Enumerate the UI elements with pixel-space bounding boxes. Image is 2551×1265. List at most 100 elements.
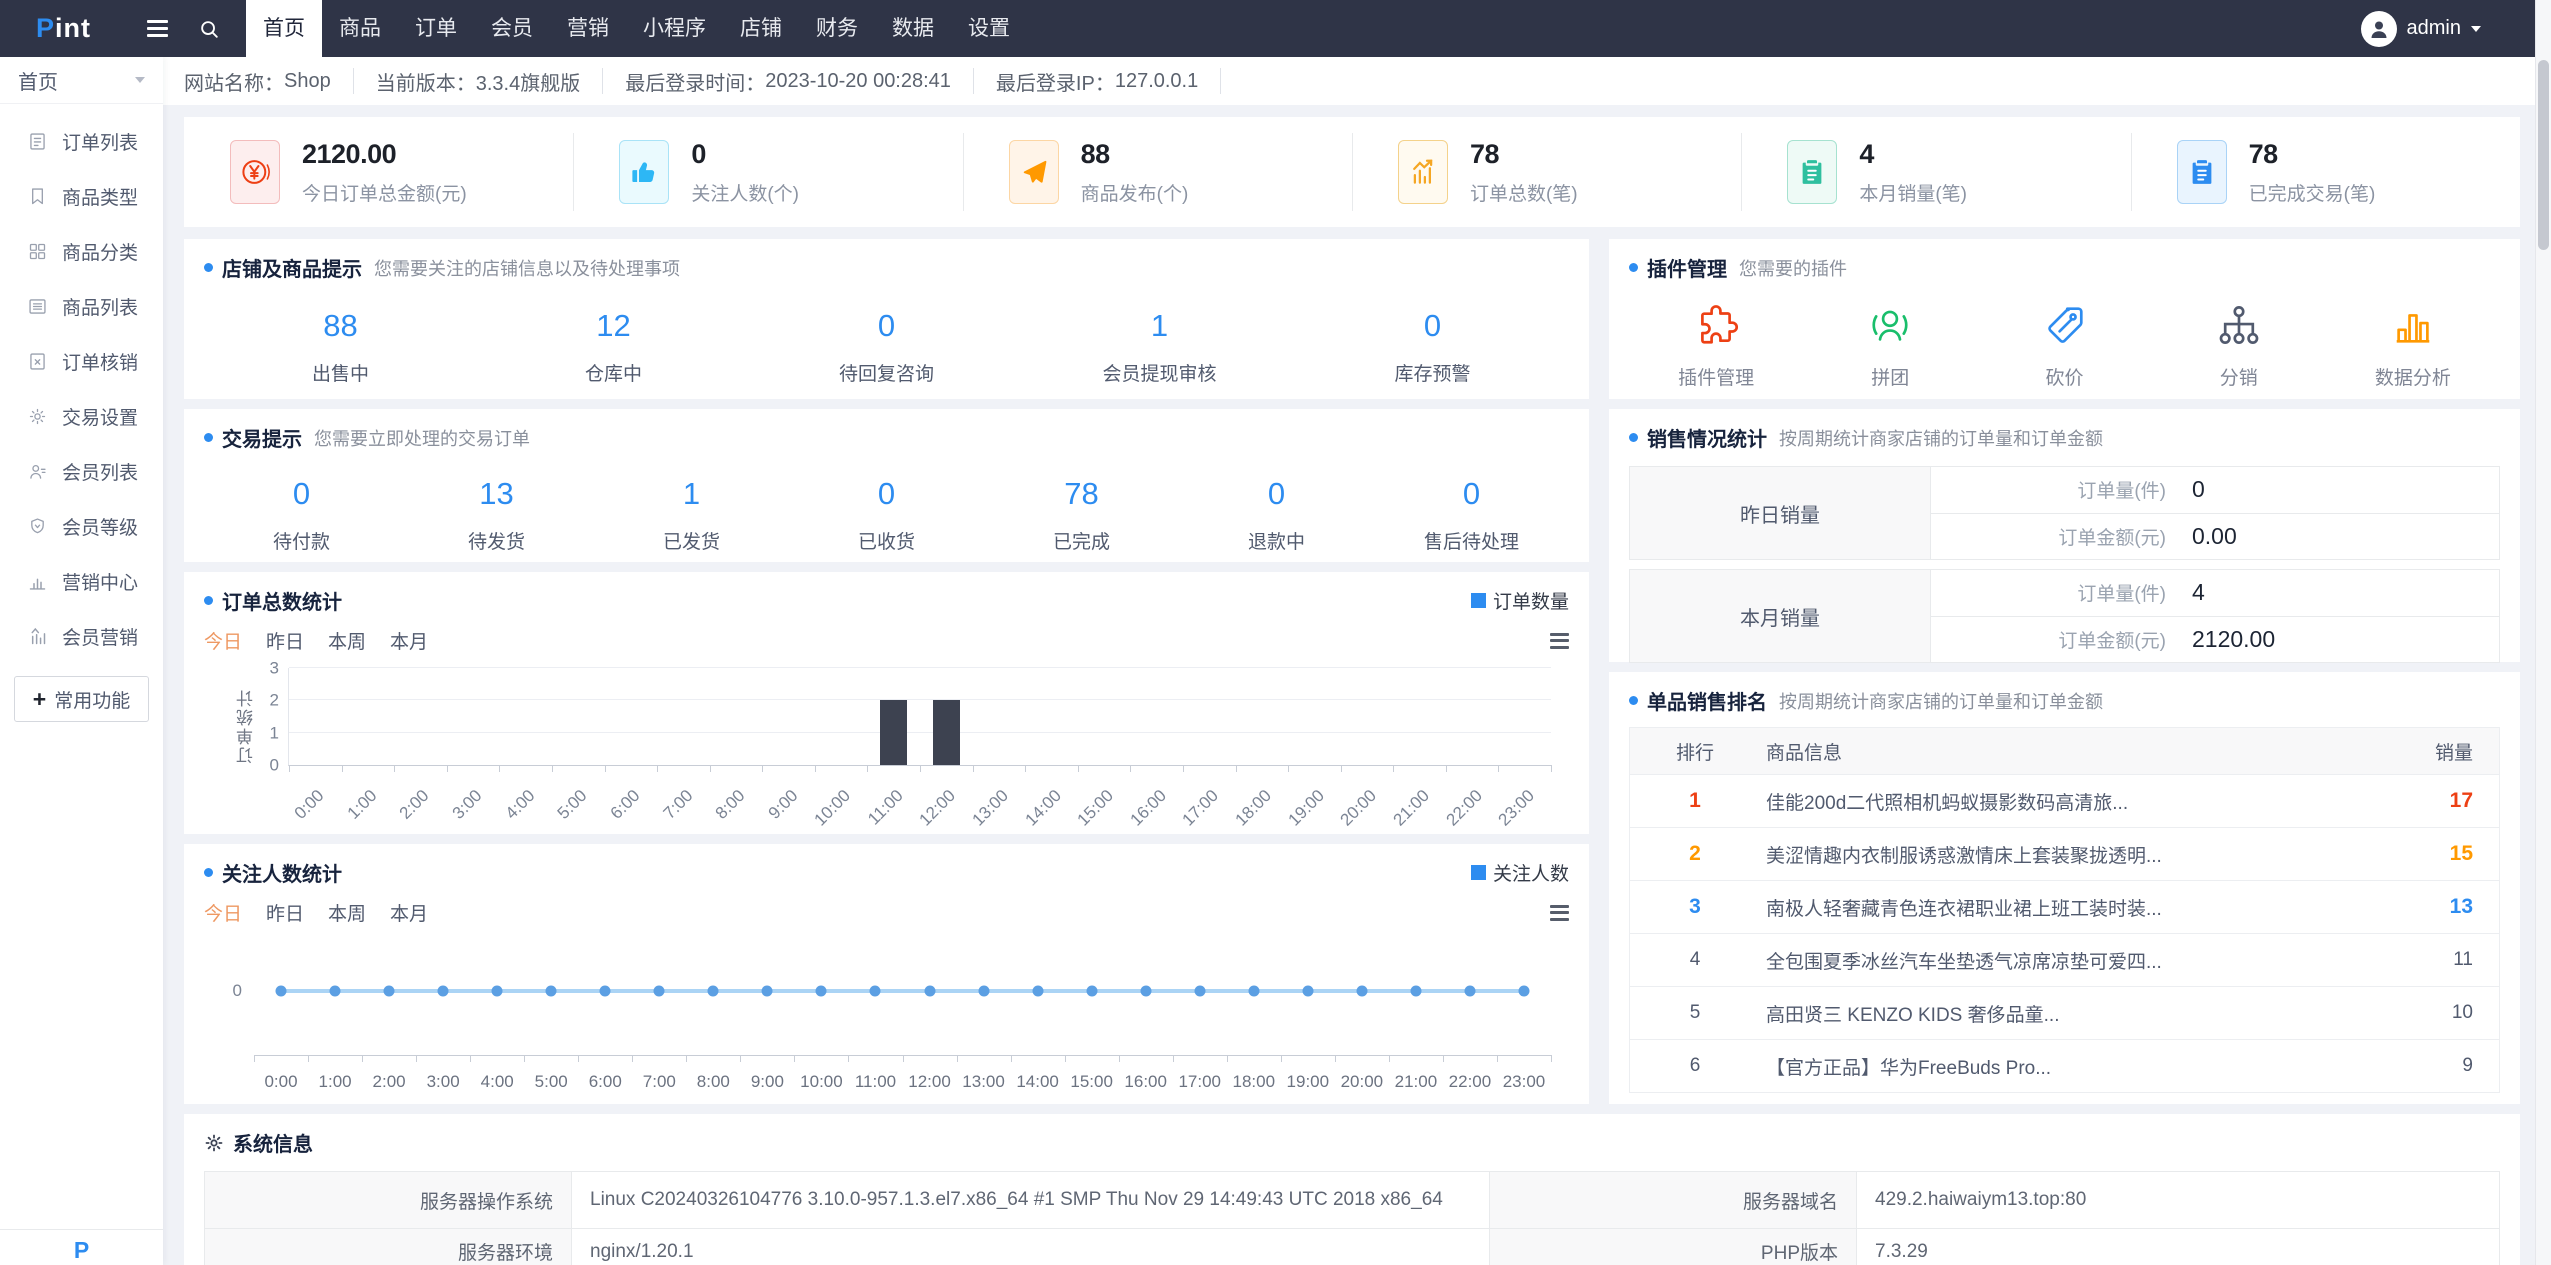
plugin-group-buy[interactable]: 拼团 xyxy=(1803,302,1977,390)
order-bar-chart: 订单统计 0123 0:00 1:00 2:00 3:00 4:00 5:00 6:00 7:… xyxy=(204,660,1569,830)
stat-label: 今日订单总金额(元) xyxy=(302,183,467,205)
plugin-bargain[interactable]: 砍价 xyxy=(1977,302,2151,390)
gear-icon xyxy=(205,1134,223,1151)
legend-swatch xyxy=(1470,865,1486,880)
main-content: 网站名称： Shop 当前版本： 3.3.4旗舰版 最后登录时间： 2023-10-2… xyxy=(163,57,2536,1265)
chevron-down-icon xyxy=(2471,25,2481,32)
plugin-analytics[interactable]: 数据分析 xyxy=(2326,302,2500,390)
follow-chart-period-tabs: 今日 昨日 本周 本月 xyxy=(204,899,1569,926)
data-point-23:00 xyxy=(1518,985,1530,997)
sales-stats-card: 销售情况统计 按周期统计商家店铺的订单量和订单金额 昨日销量 订单量(件) 0 订… xyxy=(1609,409,2520,663)
section-subtitle: 您需要立即处理的交易订单 xyxy=(314,428,530,449)
plus-icon: + xyxy=(32,685,47,712)
tip-aftersale[interactable]: 0 售后待处理 xyxy=(1374,476,1569,554)
product-name-link[interactable]: 南极人轻奢藏青色连衣裙职业裙上班工装时装... xyxy=(1760,894,2333,921)
data-point-17:00 xyxy=(1194,985,1206,997)
sales-group-this-month: 本月销量 订单量(件) 4 订单金额(元) 2120.00 xyxy=(1629,569,2500,663)
sidebar-item-trade-settings[interactable]: 交易设置 xyxy=(0,389,163,444)
nav-tab-shop[interactable]: 店铺 xyxy=(723,0,799,57)
table-row: 2 美涩情趣内衣制服诱惑激情床上套装聚拢透明... 15 xyxy=(1630,827,2499,880)
tip-unpaid[interactable]: 0 待付款 xyxy=(204,476,399,554)
sidebar-item-product-type[interactable]: 商品类型 xyxy=(0,169,163,224)
stat-value: 4 xyxy=(1859,138,1874,169)
system-info-table: 服务器操作系统 Linux C20240326104776 3.10.0-957… xyxy=(204,1171,2500,1265)
sidebar-item-marketing-center[interactable]: 营销中心 xyxy=(0,554,163,609)
tip-in-warehouse[interactable]: 12 仓库中 xyxy=(477,308,750,386)
chart-menu-icon[interactable] xyxy=(1550,632,1569,649)
nav-tab-finance[interactable]: 财务 xyxy=(799,0,875,57)
data-point-7:00 xyxy=(653,985,665,997)
product-name-link[interactable]: 美涩情趣内衣制服诱惑激情床上套装聚拢透明... xyxy=(1760,841,2333,868)
nav-tab-data[interactable]: 数据 xyxy=(875,0,951,57)
tab-today[interactable]: 今日 xyxy=(204,627,242,654)
order-chart-legend[interactable]: 订单数量 xyxy=(1470,587,1569,614)
section-dot xyxy=(1629,696,1638,705)
nav-tab-settings[interactable]: 设置 xyxy=(951,0,1027,57)
nav-tab-home[interactable]: 首页 xyxy=(246,0,323,57)
tip-stock-warning[interactable]: 0 库存预警 xyxy=(1296,308,1569,386)
order-chart-plot: 0123 xyxy=(270,660,1552,774)
follow-chart-legend[interactable]: 关注人数 xyxy=(1470,859,1569,886)
nav-tab-marketing[interactable]: 营销 xyxy=(550,0,626,57)
sidebar-item-product-category[interactable]: 商品分类 xyxy=(0,224,163,279)
sidebar-item-order-verify[interactable]: 订单核销 xyxy=(0,334,163,389)
nav-tab-orders[interactable]: 订单 xyxy=(398,0,474,57)
quick-functions-button[interactable]: + 常用功能 xyxy=(14,676,149,722)
follow-line-chart: 0 0:00 1:00 2:00 3:00 4:00 5:00 6:00 7:00 8:00 9:… xyxy=(204,932,1569,1098)
sysinfo-label: PHP版本 xyxy=(1489,1228,1857,1265)
sysinfo-label: 服务器操作系统 xyxy=(204,1171,572,1229)
search-icon[interactable] xyxy=(198,18,220,40)
nav-tab-members[interactable]: 会员 xyxy=(474,0,550,57)
plugin-distribution[interactable]: 分销 xyxy=(2152,302,2326,390)
puzzle-icon xyxy=(1701,305,1739,344)
sales-stats-table: 昨日销量 订单量(件) 0 订单金额(元) 0.00 本月销量 订单量(件) 4 订单… xyxy=(1629,466,2500,663)
product-name-link[interactable]: 佳能200d二代照相机蚂蚁摄影数码高清旅... xyxy=(1760,788,2333,815)
sidebar-item-member-marketing[interactable]: 会员营销 xyxy=(0,609,163,664)
tip-withdraw-review[interactable]: 1 会员提现审核 xyxy=(1023,308,1296,386)
bar-12:00 xyxy=(932,700,960,765)
sidebar-section-select[interactable]: 首页 xyxy=(0,57,163,104)
tip-to-ship[interactable]: 13 待发货 xyxy=(399,476,594,554)
plugin-manage[interactable]: 插件管理 xyxy=(1629,302,1803,390)
sidebar-footer: P xyxy=(0,1229,163,1265)
tab-yesterday[interactable]: 昨日 xyxy=(266,899,304,926)
tab-today[interactable]: 今日 xyxy=(204,899,242,926)
scrollbar-thumb[interactable] xyxy=(2538,60,2549,250)
sidebar-item-order-list[interactable]: 订单列表 xyxy=(0,114,163,169)
sidebar-item-member-list[interactable]: 会员列表 xyxy=(0,444,163,499)
sidebar-item-member-level[interactable]: 会员等级 xyxy=(0,499,163,554)
network-icon xyxy=(2219,306,2259,344)
table-row: 4 全包围夏季冰丝汽车坐垫透气凉席凉垫可爱四... 11 xyxy=(1630,933,2499,986)
tip-shipped[interactable]: 1 已发货 xyxy=(594,476,789,554)
chart-menu-icon[interactable] xyxy=(1550,904,1569,921)
y-axis-name: 订单统计 xyxy=(237,688,256,764)
section-dot xyxy=(1629,433,1638,442)
tab-this-week[interactable]: 本周 xyxy=(328,899,366,926)
tab-this-month[interactable]: 本月 xyxy=(390,899,428,926)
user-menu[interactable]: admin xyxy=(2360,10,2481,47)
product-name-link[interactable]: 全包围夏季冰丝汽车坐垫透气凉席凉垫可爱四... xyxy=(1760,947,2333,974)
data-point-10:00 xyxy=(815,985,827,997)
tip-received[interactable]: 0 已收货 xyxy=(789,476,984,554)
order-chart-title: 订单总数统计 xyxy=(222,592,342,614)
tip-completed[interactable]: 78 已完成 xyxy=(984,476,1179,554)
stat-value: 88 xyxy=(1080,138,1111,169)
tip-on-sale[interactable]: 88 出售中 xyxy=(204,308,477,386)
table-row: 5 高田贤三 KENZO KIDS 奢侈品童... 10 xyxy=(1630,986,2499,1039)
tab-this-week[interactable]: 本周 xyxy=(328,627,366,654)
data-point-21:00 xyxy=(1410,985,1422,997)
menu-toggle-icon[interactable] xyxy=(147,20,169,37)
tip-refunding[interactable]: 0 退款中 xyxy=(1179,476,1374,554)
tip-pending-inquiry[interactable]: 0 待回复咨询 xyxy=(750,308,1023,386)
nav-tab-products[interactable]: 商品 xyxy=(322,0,398,57)
table-row: 6 【官方正品】华为FreeBuds Pro... 9 xyxy=(1630,1039,2499,1092)
nav-tab-miniprogram[interactable]: 小程序 xyxy=(626,0,723,57)
tab-yesterday[interactable]: 昨日 xyxy=(266,627,304,654)
sysinfo-value: Linux C20240326104776 3.10.0-957.1.3.el7… xyxy=(571,1171,1490,1229)
tab-this-month[interactable]: 本月 xyxy=(390,627,428,654)
sidebar-item-product-list[interactable]: 商品列表 xyxy=(0,279,163,334)
product-name-link[interactable]: 高田贤三 KENZO KIDS 奢侈品童... xyxy=(1760,1000,2333,1027)
product-name-link[interactable]: 【官方正品】华为FreeBuds Pro... xyxy=(1760,1053,2333,1080)
data-point-22:00 xyxy=(1464,985,1476,997)
section-subtitle: 按周期统计商家店铺的订单量和订单金额 xyxy=(1779,691,2103,712)
